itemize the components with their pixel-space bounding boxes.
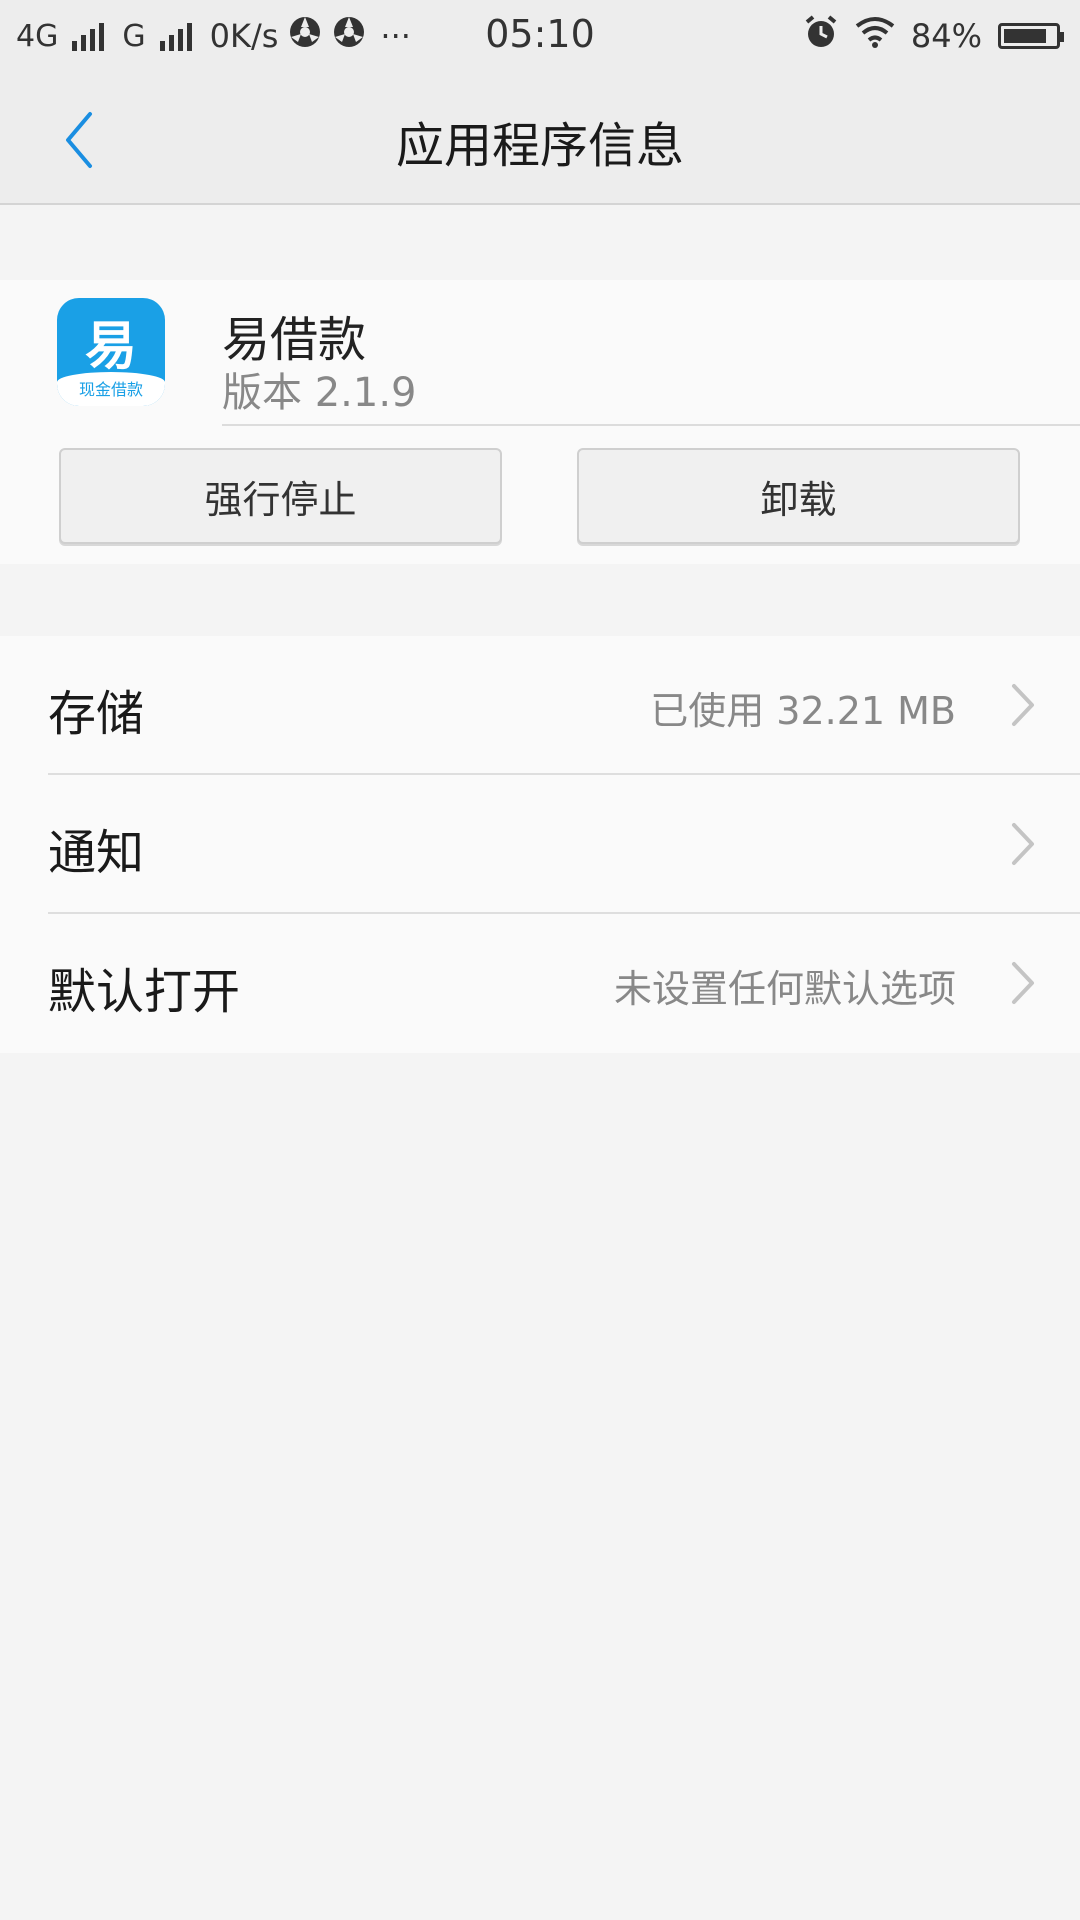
open-by-default-value: 未设置任何默认选项 bbox=[613, 967, 956, 1011]
storage-label: 存储 bbox=[48, 686, 145, 742]
page-title: 应用程序信息 bbox=[395, 118, 684, 174]
chevron-right-icon bbox=[1012, 684, 1034, 726]
storage-value: 已使用 32.21 MB bbox=[650, 689, 956, 733]
force-stop-button[interactable]: 强行停止 bbox=[59, 448, 502, 544]
wifi-icon bbox=[855, 16, 895, 56]
app-version: 版本 2.1.9 bbox=[222, 370, 417, 416]
open-by-default-label: 默认打开 bbox=[48, 964, 241, 1020]
notifications-row[interactable]: 通知 bbox=[48, 775, 1080, 914]
divider bbox=[222, 424, 1080, 426]
battery-icon bbox=[998, 23, 1064, 49]
app-icon: 易 现金借款 bbox=[57, 298, 165, 406]
chevron-right-icon bbox=[1012, 823, 1034, 865]
battery-percent: 84% bbox=[910, 17, 982, 55]
notifications-label: 通知 bbox=[48, 825, 145, 881]
app-icon-glyph: 易 bbox=[84, 317, 137, 377]
storage-row[interactable]: 存储 已使用 32.21 MB bbox=[48, 636, 1080, 775]
uninstall-button[interactable]: 卸载 bbox=[577, 448, 1020, 544]
chevron-right-icon bbox=[1012, 962, 1034, 1004]
open-by-default-row[interactable]: 默认打开 未设置任何默认选项 bbox=[48, 914, 1080, 1053]
app-info-card: 易 现金借款 易借款 版本 2.1.9 强行停止 卸载 bbox=[0, 280, 1080, 564]
status-right: 84% bbox=[803, 14, 1064, 58]
app-icon-caption: 现金借款 bbox=[57, 372, 165, 406]
settings-list: 存储 已使用 32.21 MB 通知 默认打开 未设置任何默认选项 bbox=[0, 636, 1080, 1053]
battery-level bbox=[1004, 29, 1046, 43]
status-bar: 4G G 0K/s ··· 05:10 84% bbox=[0, 0, 1080, 72]
alarm-icon bbox=[803, 14, 839, 58]
app-bar: 应用程序信息 bbox=[0, 72, 1080, 205]
